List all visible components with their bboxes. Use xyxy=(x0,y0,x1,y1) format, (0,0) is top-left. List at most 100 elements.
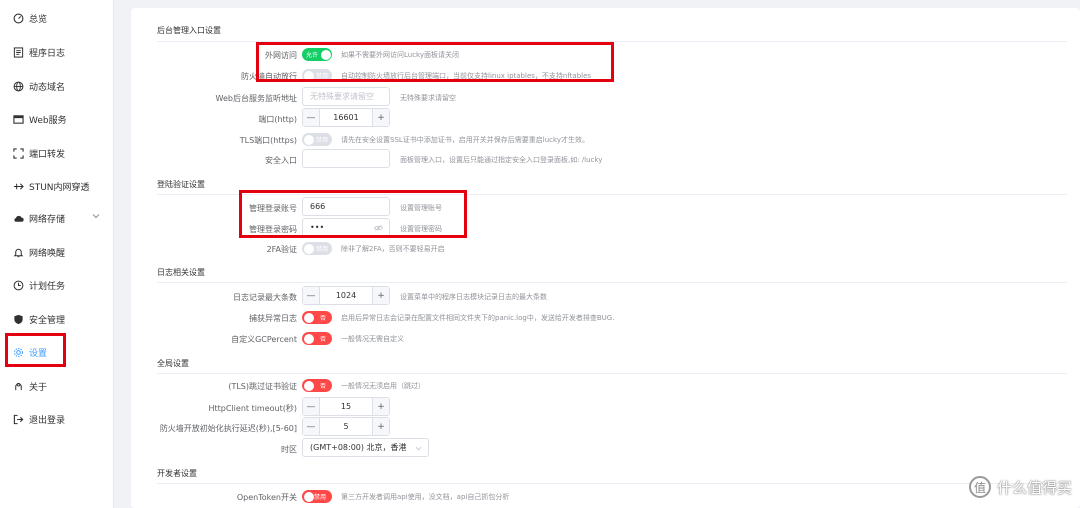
section-divider xyxy=(157,41,1067,42)
about-icon xyxy=(12,380,24,392)
watermark-text: 什么值得买 xyxy=(996,478,1072,497)
tls-skip-label: (TLS)跳过证书验证 xyxy=(228,382,297,391)
decrement-button[interactable]: — xyxy=(303,398,320,415)
fw-delay-label: 防火墙开放初始化执行延迟(秒),[5-60] xyxy=(159,424,297,433)
log-max-stepper[interactable]: — 1024 + xyxy=(302,286,390,305)
fw-delay-value[interactable]: 5 xyxy=(320,418,372,435)
gc-percent-switch[interactable]: 否 xyxy=(302,332,332,345)
sidebar-item-storage[interactable]: 网络存储 xyxy=(0,201,114,235)
sidebar-item-stun[interactable]: STUN内网穿透 xyxy=(0,169,114,203)
http-timeout-label: HttpClient timeout(秒) xyxy=(208,404,298,413)
switch-knob xyxy=(303,333,314,344)
wan-access-switch[interactable]: 允许 xyxy=(302,48,332,61)
listen-address-hint: 无特殊要求请留空 xyxy=(400,94,456,102)
eye-icon[interactable] xyxy=(374,224,383,232)
sidebar-item-settings[interactable]: 设置 xyxy=(0,335,114,369)
sidebar-item-ddns[interactable]: 动态域名 xyxy=(0,69,114,103)
section-divider xyxy=(157,373,1067,374)
wan-access-label: 外网访问 xyxy=(265,51,297,60)
switch-knob xyxy=(303,243,314,254)
sidebar-item-label: 网络唤醒 xyxy=(29,248,66,259)
clock-icon xyxy=(12,279,24,291)
fw-delay-stepper[interactable]: — 5 + xyxy=(302,417,390,436)
sidebar-item-wol[interactable]: 网络唤醒 xyxy=(0,235,114,269)
port-label: 端口(http) xyxy=(258,115,297,124)
port-forward-icon xyxy=(12,147,24,159)
sidebar-item-about[interactable]: 关于 xyxy=(0,369,114,403)
gc-percent-label: 自定义GCPercent xyxy=(231,335,297,344)
decrement-button[interactable]: — xyxy=(303,287,320,304)
twofa-switch[interactable]: 禁用 xyxy=(302,242,332,255)
switch-knob xyxy=(303,134,314,145)
firewall-auto-switch[interactable]: 禁用 xyxy=(302,69,332,82)
password-value: ••• xyxy=(310,223,325,232)
tls-port-switch[interactable]: 禁用 xyxy=(302,133,332,146)
switch-text: 否 xyxy=(319,315,326,322)
tls-skip-switch[interactable]: 否 xyxy=(302,379,332,392)
sidebar-item-tasks[interactable]: 计划任务 xyxy=(0,268,114,302)
switch-text: 否 xyxy=(319,383,326,390)
sidebar-item-label: 总览 xyxy=(29,14,48,25)
sidebar-item-label: 安全管理 xyxy=(29,315,66,326)
switch-knob xyxy=(320,49,331,60)
catch-panic-switch[interactable]: 否 xyxy=(302,311,332,324)
decrement-button[interactable]: — xyxy=(303,109,320,126)
sidebar-item-label: STUN内网穿透 xyxy=(29,182,90,193)
sidebar-item-logs[interactable]: 程序日志 xyxy=(0,35,114,69)
switch-knob xyxy=(303,491,314,502)
sidebar-item-label: 关于 xyxy=(29,382,48,393)
sidebar: 总览 程序日志 动态域名 Web服务 端口转发 STUN内网穿透 网络存储 网络… xyxy=(0,0,114,508)
bell-icon xyxy=(12,246,24,258)
sidebar-item-security[interactable]: 安全管理 xyxy=(0,302,114,336)
twofa-hint: 除非了解2FA，否则不要轻易开启 xyxy=(341,245,445,253)
password-hint: 设置管理密码 xyxy=(400,225,442,233)
listen-address-label: Web后台服务监听地址 xyxy=(215,94,297,103)
switch-text: 禁用 xyxy=(315,246,328,253)
section-title-login: 登陆验证设置 xyxy=(157,180,205,189)
sidebar-item-label: 计划任务 xyxy=(29,281,66,292)
log-max-value[interactable]: 1024 xyxy=(320,287,372,304)
firewall-auto-label: 防火墙自动放行 xyxy=(241,72,297,81)
section-title-global: 全局设置 xyxy=(157,359,189,368)
sidebar-item-port-forward[interactable]: 端口转发 xyxy=(0,136,114,170)
port-value[interactable]: 16601 xyxy=(320,109,372,126)
account-input[interactable]: 666 xyxy=(302,197,390,216)
log-max-label: 日志记录最大条数 xyxy=(233,293,297,302)
cloud-icon xyxy=(12,212,24,224)
tls-port-label: TLS端口(https) xyxy=(239,136,297,145)
section-divider xyxy=(157,282,1067,283)
switch-knob xyxy=(303,70,314,81)
increment-button[interactable]: + xyxy=(372,287,389,304)
switch-knob xyxy=(303,312,314,323)
timezone-label: 时区 xyxy=(281,445,297,454)
sidebar-item-label: 程序日志 xyxy=(29,48,66,59)
sidebar-item-label: 设置 xyxy=(29,348,48,359)
sidebar-item-overview[interactable]: 总览 xyxy=(0,1,114,35)
http-timeout-stepper[interactable]: — 15 + xyxy=(302,397,390,416)
http-timeout-value[interactable]: 15 xyxy=(320,398,372,415)
increment-button[interactable]: + xyxy=(372,418,389,435)
listen-address-input[interactable]: 无特殊要求请留空 xyxy=(302,87,390,106)
settings-panel: 后台管理入口设置 外网访问 允许 如果不需要外网访问Lucky面板请关闭 防火墙… xyxy=(131,8,1080,508)
web-icon xyxy=(12,113,24,125)
password-input[interactable]: ••• xyxy=(302,218,390,237)
decrement-button[interactable]: — xyxy=(303,418,320,435)
increment-button[interactable]: + xyxy=(372,398,389,415)
timezone-select[interactable]: (GMT+08:00) 北京，香港 xyxy=(302,438,429,457)
shield-icon xyxy=(12,313,24,325)
increment-button[interactable]: + xyxy=(372,109,389,126)
safe-entry-label: 安全入口 xyxy=(265,156,297,165)
tls-skip-hint: 一般情况无须启用（跳过） xyxy=(341,382,425,390)
port-stepper[interactable]: — 16601 + xyxy=(302,108,390,127)
ddns-icon xyxy=(12,80,24,92)
sidebar-item-logout[interactable]: 退出登录 xyxy=(0,402,114,436)
chevron-down-icon xyxy=(415,446,422,451)
open-token-switch[interactable]: 禁用 xyxy=(302,490,332,503)
watermark-logo: 值 什么值得买 xyxy=(968,476,1072,498)
safe-entry-input[interactable] xyxy=(302,149,390,168)
open-token-hint: 第三方开发者调用api使用，没文档，api自己抓包分析 xyxy=(341,493,510,501)
switch-text: 禁用 xyxy=(315,137,328,144)
open-token-label: OpenToken开关 xyxy=(236,493,297,502)
sidebar-item-web[interactable]: Web服务 xyxy=(0,102,114,136)
dashboard-icon xyxy=(12,12,24,24)
